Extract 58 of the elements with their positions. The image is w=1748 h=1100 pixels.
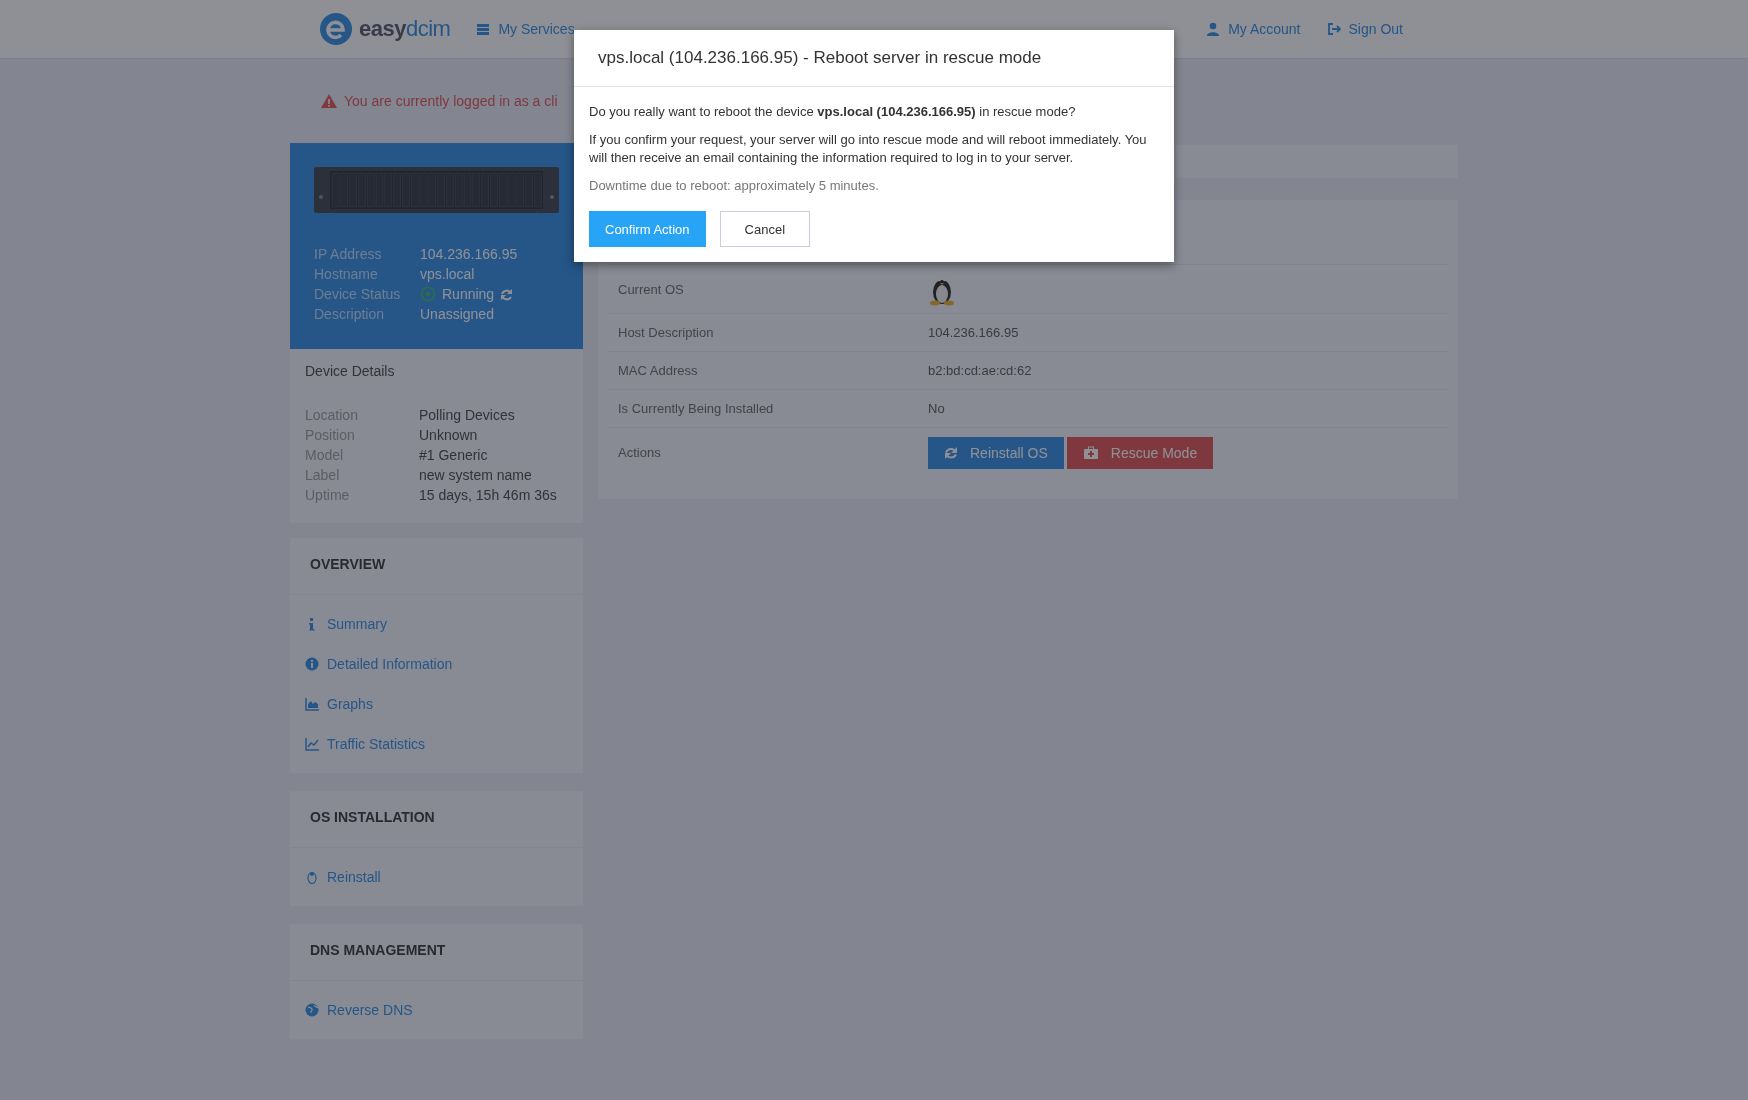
warning-icon: [320, 93, 338, 109]
sidebar-link[interactable]: Reverse DNS: [305, 999, 583, 1021]
reinstall-button[interactable]: Reinstall OS: [928, 436, 1064, 469]
section-heading: OS INSTALLATION: [290, 791, 583, 848]
field-label: Description: [314, 305, 386, 323]
penguin-icon: [305, 870, 319, 884]
alert-message: You are currently logged in as a cli: [344, 93, 558, 109]
row-label: Is Currently Being Installed: [618, 401, 775, 416]
info-circle-icon: [305, 657, 319, 671]
field-value: 15 days, 15h 46m 36s: [419, 486, 558, 505]
field-label: IP Address: [314, 245, 383, 263]
row-value: No: [928, 401, 946, 416]
nav-link[interactable]: My Account: [1206, 21, 1301, 37]
row-label: Current OS: [618, 281, 685, 297]
downtime-note: Downtime due to reboot: approximately 5 minutes.: [589, 177, 880, 195]
field-value: #1 Generic: [419, 446, 489, 465]
cancel-button[interactable]: Cancel: [719, 211, 810, 247]
row-label: Host Description: [618, 325, 715, 340]
globe-icon: [305, 1003, 319, 1017]
sign-out-icon: [1326, 22, 1341, 36]
status-text: Running: [442, 285, 495, 303]
row-value: b2:bd:cd:ae:cd:62: [928, 363, 1033, 378]
row-label: MAC Address: [618, 363, 699, 378]
field-value: Unassigned: [420, 305, 495, 323]
field-value: vps.local: [420, 265, 476, 283]
field-value: new system name: [419, 466, 533, 485]
rescue-button[interactable]: Rescue Mode: [1066, 436, 1214, 469]
card-title: Device Details: [305, 363, 396, 379]
sidebar-link[interactable]: Reinstall: [305, 866, 583, 888]
modal-message: If you confirm your request, your server will go into rescue mode and will reboot immediately. You will then receive an email containing the information required to log in to your server.: [589, 131, 1148, 167]
confirm-button[interactable]: Confirm Action: [589, 211, 706, 247]
refresh-icon: [500, 287, 514, 301]
server-list-icon: [476, 22, 491, 36]
brand-name: easydcim: [359, 16, 451, 42]
refresh-icon: [944, 445, 958, 460]
medkit-icon: [1082, 445, 1099, 460]
section-heading: DNS MANAGEMENT: [290, 924, 583, 981]
field-label: Hostname: [314, 265, 379, 283]
user-icon: [1206, 22, 1221, 36]
row-label: Actions: [618, 445, 662, 460]
field-label: Device Status: [314, 285, 402, 303]
sidebar-link[interactable]: Detailed Information: [305, 653, 583, 675]
field-value: Polling Devices: [419, 406, 516, 425]
logo-icon: [319, 12, 353, 46]
modal-message: Do you really want to reboot the device vps.local (104.236.166.95) in rescue mode?: [589, 103, 1077, 121]
nav-link[interactable]: Sign Out: [1326, 21, 1403, 37]
field-value: 104.236.166.95: [420, 245, 519, 263]
section-heading: OVERVIEW: [290, 538, 583, 595]
nav-link[interactable]: My Services: [476, 21, 575, 37]
line-chart-icon: [305, 737, 319, 751]
row-value: 104.236.166.95: [928, 325, 1020, 340]
area-chart-icon: [305, 697, 319, 711]
sidebar-link[interactable]: Graphs: [305, 693, 583, 715]
field-value: Unknown: [419, 426, 479, 445]
sidebar-link[interactable]: Traffic Statistics: [305, 733, 583, 755]
modal-title: vps.local (104.236.166.95) - Reboot server in rescue mode: [574, 30, 1174, 87]
status-ok-icon: [420, 286, 436, 302]
sidebar-link[interactable]: Summary: [305, 613, 583, 635]
